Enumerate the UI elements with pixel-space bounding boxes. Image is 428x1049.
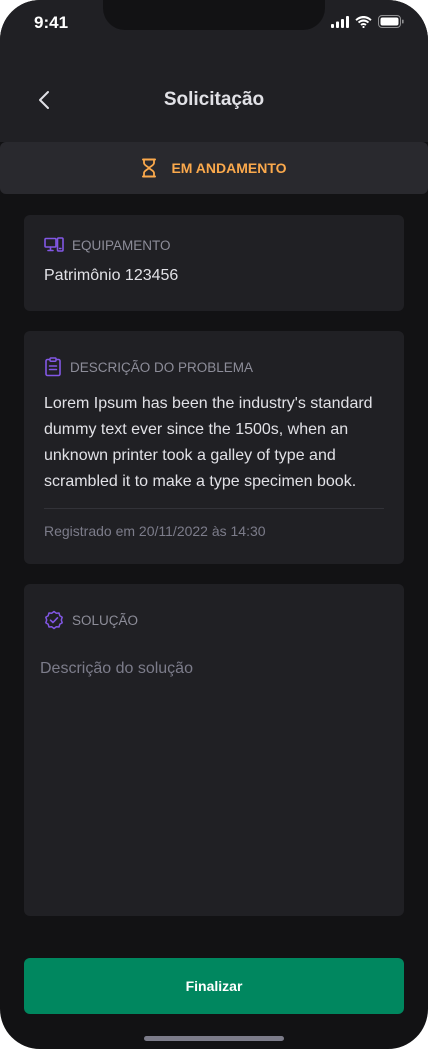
home-indicator bbox=[144, 1036, 284, 1041]
problem-description: Lorem Ipsum has been the industry's stan… bbox=[44, 395, 373, 490]
cellular-signal-icon bbox=[331, 15, 349, 28]
equipment-card: EQUIPAMENTO Patrimônio 123456 bbox=[24, 215, 404, 311]
check-badge-icon bbox=[45, 610, 63, 630]
problem-header: DESCRIÇÃO DO PROBLEMA bbox=[44, 357, 384, 377]
solution-header: SOLUÇÃO bbox=[44, 610, 384, 630]
status-badge: EM ANDAMENTO bbox=[0, 142, 428, 194]
page-title: Solicitação bbox=[163, 89, 265, 110]
equipment-header: EQUIPAMENTO bbox=[44, 237, 384, 253]
computer-phone-icon bbox=[44, 237, 64, 252]
status-bar-icons bbox=[331, 15, 404, 28]
status-label: EM ANDAMENTO bbox=[171, 160, 287, 176]
problem-label: DESCRIÇÃO DO PROBLEMA bbox=[70, 359, 254, 375]
solution-card: SOLUÇÃO bbox=[24, 584, 404, 916]
solution-input[interactable] bbox=[40, 660, 388, 900]
battery-icon bbox=[378, 15, 404, 28]
device-notch bbox=[103, 0, 325, 30]
wifi-icon bbox=[355, 15, 372, 28]
finish-button[interactable]: Finalizar bbox=[24, 958, 404, 1014]
solution-label: SOLUÇÃO bbox=[72, 612, 139, 628]
hourglass-icon bbox=[142, 158, 157, 178]
problem-card: DESCRIÇÃO DO PROBLEMA Lorem Ipsum has be… bbox=[24, 331, 404, 564]
phone-screen: 9:41 Solicitação EM ANDAMENTO EQUIPAMENT… bbox=[0, 0, 428, 1049]
clipboard-icon bbox=[45, 357, 61, 377]
registered-timestamp: Registrado em 20/11/2022 às 14:30 bbox=[44, 523, 266, 539]
equipment-value: Patrimônio 123456 bbox=[44, 267, 179, 284]
status-bar-time: 9:41 bbox=[34, 13, 69, 32]
equipment-label: EQUIPAMENTO bbox=[72, 237, 171, 253]
problem-divider bbox=[44, 508, 384, 509]
